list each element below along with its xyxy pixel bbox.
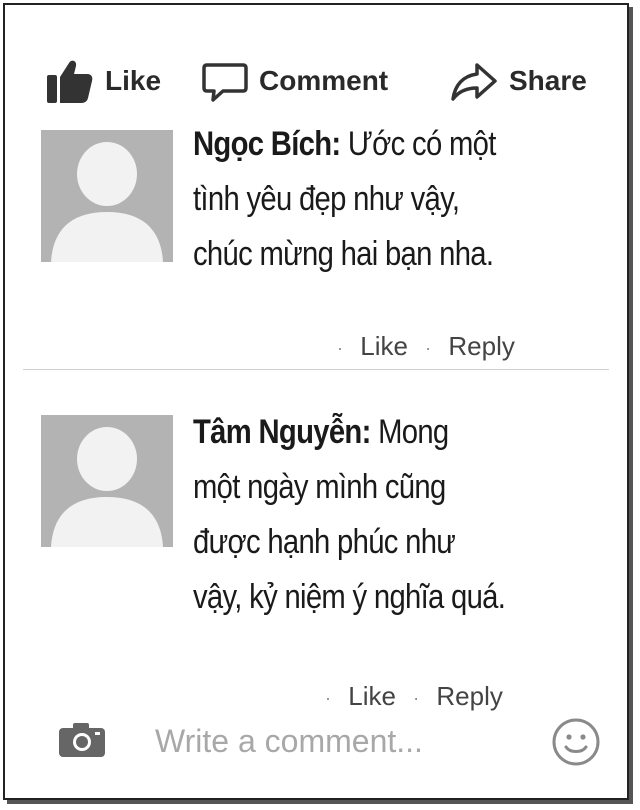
comment-reply-link[interactable]: Reply xyxy=(436,681,502,711)
comment-line: Ước có một xyxy=(340,125,496,163)
comment-line: chúc mừng hai bạn nha. xyxy=(193,235,494,273)
comment-actions: · Like · Reply xyxy=(315,681,503,712)
comment-line: một ngày mình cũng xyxy=(193,468,446,506)
divider xyxy=(23,369,609,370)
camera-icon xyxy=(59,723,105,757)
separator-dot: · xyxy=(325,687,331,708)
share-arrow-icon xyxy=(451,63,497,101)
comment-author[interactable]: Ngọc Bích: xyxy=(193,125,341,163)
comment-line: Mong xyxy=(370,413,449,451)
default-avatar-icon xyxy=(51,427,163,547)
comment-line: tình yêu đẹp như vậy, xyxy=(193,180,460,218)
separator-dot: · xyxy=(425,337,432,358)
comment-label: Comment xyxy=(259,65,389,96)
share-label: Share xyxy=(509,65,587,96)
comment-reply-link[interactable]: Reply xyxy=(448,331,514,361)
like-button[interactable]: Like xyxy=(43,53,161,109)
avatar[interactable] xyxy=(41,415,173,547)
separator-dot: · xyxy=(413,687,420,708)
smiley-icon xyxy=(552,718,600,766)
separator-dot: · xyxy=(337,337,343,358)
comment-text: Tâm Nguyễn: Mong một ngày mình cũng được… xyxy=(193,405,611,625)
comment-button[interactable]: Comment xyxy=(201,53,388,109)
comment-line: vậy, kỷ niệm ý nghĩa quá. xyxy=(193,578,506,616)
comment-actions: · Like · Reply xyxy=(327,331,515,362)
emoji-button[interactable] xyxy=(551,717,601,772)
comment-line: được hạnh phúc như xyxy=(193,523,456,561)
comment-input[interactable]: Write a comment... xyxy=(155,723,423,760)
action-bar: Like Comment Share xyxy=(5,53,627,109)
comment-like-link[interactable]: Like xyxy=(360,331,408,361)
like-label: Like xyxy=(105,65,162,96)
avatar[interactable] xyxy=(41,130,173,262)
comment-composer: Write a comment... xyxy=(5,713,627,769)
comment-like-link[interactable]: Like xyxy=(348,681,396,711)
share-button[interactable]: Share xyxy=(449,53,587,109)
default-avatar-icon xyxy=(51,142,163,262)
speech-bubble-icon xyxy=(202,63,248,102)
thumbs-up-icon xyxy=(47,60,93,103)
camera-button[interactable] xyxy=(57,721,107,764)
comment-text: Ngọc Bích: Ước có một tình yêu đẹp như v… xyxy=(193,117,611,282)
comment-author[interactable]: Tâm Nguyễn: xyxy=(193,413,371,451)
comment-panel: Like Comment Share Ngọc Bích: Ước có một… xyxy=(3,3,629,800)
